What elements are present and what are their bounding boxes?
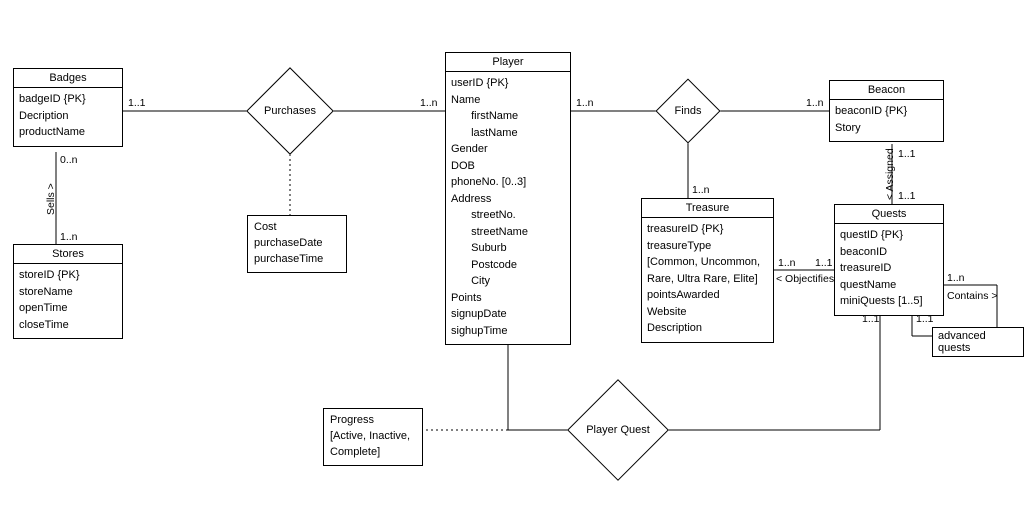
cardinality: 1..n (806, 97, 824, 109)
entity-title: Treasure (642, 199, 773, 218)
cardinality: 1..1 (862, 313, 880, 325)
cardinality: 1..n (60, 231, 78, 243)
edge-label-assigned: < Assigned (884, 148, 896, 200)
cardinality: 1..1 (815, 257, 833, 269)
entity-attrs: beaconID {PK} Story (830, 100, 943, 141)
cardinality: 1..1 (916, 313, 934, 325)
entity-badges: Badges badgeID {PK} Decription productNa… (13, 68, 123, 147)
edge-label-objectifies: < Objectifies (776, 273, 834, 285)
entity-beacon: Beacon beaconID {PK} Story (829, 80, 944, 142)
cardinality: 1..n (420, 97, 438, 109)
entity-stores: Stores storeID {PK} storeName openTime c… (13, 244, 123, 339)
entity-treasure: Treasure treasureID {PK} treasureType [C… (641, 198, 774, 343)
cardinality: 1..n (778, 257, 796, 269)
edge-label-contains: Contains > (947, 290, 998, 302)
cardinality: 1..n (692, 184, 710, 196)
entity-title: Beacon (830, 81, 943, 100)
relattrs-purchases: Cost purchaseDate purchaseTime (247, 215, 347, 273)
relattrs-playerquest: Progress [Active, Inactive, Complete] (323, 408, 423, 466)
entity-title: Player (446, 53, 570, 72)
advanced-quests-box: advanced quests (932, 327, 1024, 357)
entity-title: Quests (835, 205, 943, 224)
entity-player: Player userID {PK} Name firstName lastNa… (445, 52, 571, 345)
entity-attrs: treasureID {PK} treasureType [Common, Un… (642, 218, 773, 342)
entity-attrs: badgeID {PK} Decription productName (14, 88, 122, 146)
edge-label-sells: Sells > (45, 183, 57, 215)
entity-attrs: userID {PK} Name firstName lastName Gend… (446, 72, 570, 344)
cardinality: 1..1 (128, 97, 146, 109)
cardinality: 1..n (576, 97, 594, 109)
entity-quests: Quests questID {PK} beaconID treasureID … (834, 204, 944, 316)
er-diagram-canvas: Badges badgeID {PK} Decription productNa… (0, 0, 1024, 512)
entity-attrs: storeID {PK} storeName openTime closeTim… (14, 264, 122, 338)
cardinality: 1..1 (898, 148, 916, 160)
entity-attrs: questID {PK} beaconID treasureID questNa… (835, 224, 943, 315)
cardinality: 1..1 (898, 190, 916, 202)
cardinality: 1..n (947, 272, 965, 284)
entity-title: Badges (14, 69, 122, 88)
cardinality: 0..n (60, 154, 78, 166)
entity-title: Stores (14, 245, 122, 264)
